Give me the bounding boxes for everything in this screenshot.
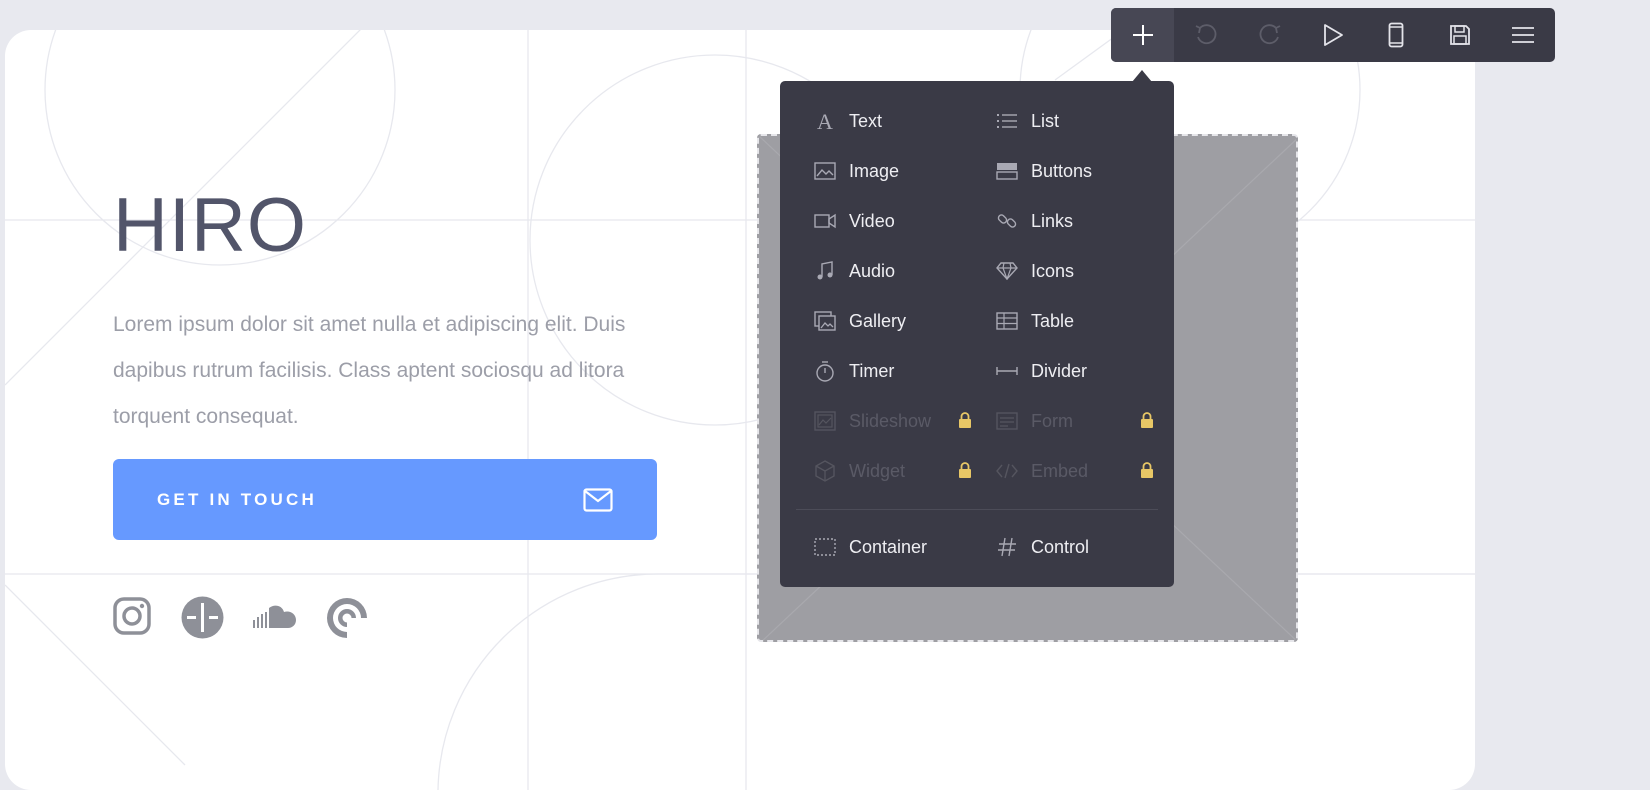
menu-label-text: Text — [849, 110, 883, 131]
pocketcasts-icon[interactable] — [325, 596, 369, 640]
image-icon — [814, 160, 836, 182]
menu-item-container[interactable]: Container — [814, 527, 990, 567]
get-in-touch-button[interactable]: GET IN TOUCH — [113, 459, 657, 540]
product-hunt-icon[interactable] — [181, 596, 224, 639]
menu-divider — [796, 509, 1158, 510]
menu-item-form[interactable]: Form — [996, 401, 1172, 441]
cta-label: GET IN TOUCH — [157, 489, 317, 509]
redo-icon — [1259, 24, 1280, 45]
hash-icon — [996, 536, 1018, 558]
menu-label-table: Table — [1031, 310, 1075, 331]
text-icon: A — [814, 110, 836, 132]
menu-icon — [1512, 27, 1535, 43]
menu-item-list[interactable]: List — [996, 101, 1172, 141]
menu-label-video: Video — [849, 210, 895, 231]
menu-label-container: Container — [849, 536, 928, 557]
mobile-icon — [1388, 22, 1404, 48]
menu-label-links: Links — [1031, 210, 1074, 231]
menu-label-buttons: Buttons — [1031, 160, 1093, 181]
menu-item-widget[interactable]: Widget — [814, 451, 990, 491]
undo-icon — [1195, 24, 1217, 45]
menu-item-gallery[interactable]: Gallery — [814, 301, 990, 341]
hero-description: Lorem ipsum dolor sit amet nulla et adip… — [113, 313, 626, 428]
main-menu-button[interactable] — [1492, 8, 1555, 62]
instagram-icon[interactable] — [112, 596, 152, 636]
menu-item-control[interactable]: Control — [996, 527, 1172, 567]
menu-item-audio[interactable]: Audio — [814, 251, 990, 291]
undo-button[interactable] — [1174, 8, 1237, 62]
menu-item-divider[interactable]: Divider — [996, 351, 1172, 391]
soundcloud-icon[interactable] — [252, 596, 298, 636]
menu-label-icons: Icons — [1031, 260, 1075, 281]
menu-item-timer[interactable]: Timer — [814, 351, 990, 391]
menu-item-links[interactable]: Links — [996, 201, 1172, 241]
menu-label-slideshow: Slideshow — [849, 410, 932, 431]
table-icon — [996, 310, 1018, 332]
editor-toolbar — [1111, 8, 1555, 62]
menu-label-timer: Timer — [849, 360, 895, 381]
list-icon — [996, 110, 1018, 132]
stopwatch-icon — [814, 360, 836, 382]
add-element-menu: A Text List Image Buttons Video Links Au… — [780, 81, 1174, 587]
form-icon — [996, 410, 1018, 432]
link-icon — [996, 210, 1018, 232]
cube-icon — [814, 460, 836, 482]
lock-icon — [958, 462, 972, 483]
preview-button[interactable] — [1301, 8, 1364, 62]
menu-item-table[interactable]: Table — [996, 301, 1172, 341]
code-icon — [996, 460, 1018, 482]
envelope-icon — [583, 487, 613, 512]
menu-label-image: Image — [849, 160, 900, 181]
music-note-icon — [814, 260, 836, 282]
save-icon — [1449, 25, 1470, 45]
diamond-icon — [996, 260, 1018, 282]
menu-label-control: Control — [1031, 536, 1090, 557]
divider-icon — [996, 360, 1018, 382]
add-icon — [1132, 25, 1153, 45]
svg-text:A: A — [817, 111, 833, 131]
lock-icon — [958, 412, 972, 433]
menu-item-buttons[interactable]: Buttons — [996, 151, 1172, 191]
menu-label-form: Form — [1031, 410, 1073, 431]
hero-title: HIRO — [113, 183, 307, 268]
menu-label-list: List — [1031, 110, 1060, 131]
container-icon — [814, 536, 836, 558]
menu-label-divider: Divider — [1031, 360, 1088, 381]
save-button[interactable] — [1428, 8, 1491, 62]
mobile-view-button[interactable] — [1365, 8, 1428, 62]
menu-item-video[interactable]: Video — [814, 201, 990, 241]
slideshow-icon — [814, 410, 836, 432]
menu-item-embed[interactable]: Embed — [996, 451, 1172, 491]
menu-item-text[interactable]: A Text — [814, 101, 990, 141]
video-icon — [814, 210, 836, 232]
play-icon — [1324, 24, 1343, 46]
lock-icon — [1140, 412, 1154, 433]
buttons-icon — [996, 160, 1018, 182]
menu-item-icons[interactable]: Icons — [996, 251, 1172, 291]
redo-button[interactable] — [1238, 8, 1301, 62]
menu-item-slideshow[interactable]: Slideshow — [814, 401, 990, 441]
menu-label-embed: Embed — [1031, 460, 1089, 481]
menu-label-audio: Audio — [849, 260, 896, 281]
add-element-button[interactable] — [1111, 8, 1175, 62]
gallery-icon — [814, 310, 836, 332]
lock-icon — [1140, 462, 1154, 483]
menu-label-gallery: Gallery — [849, 310, 907, 331]
menu-item-image[interactable]: Image — [814, 151, 990, 191]
menu-label-widget: Widget — [849, 460, 906, 481]
